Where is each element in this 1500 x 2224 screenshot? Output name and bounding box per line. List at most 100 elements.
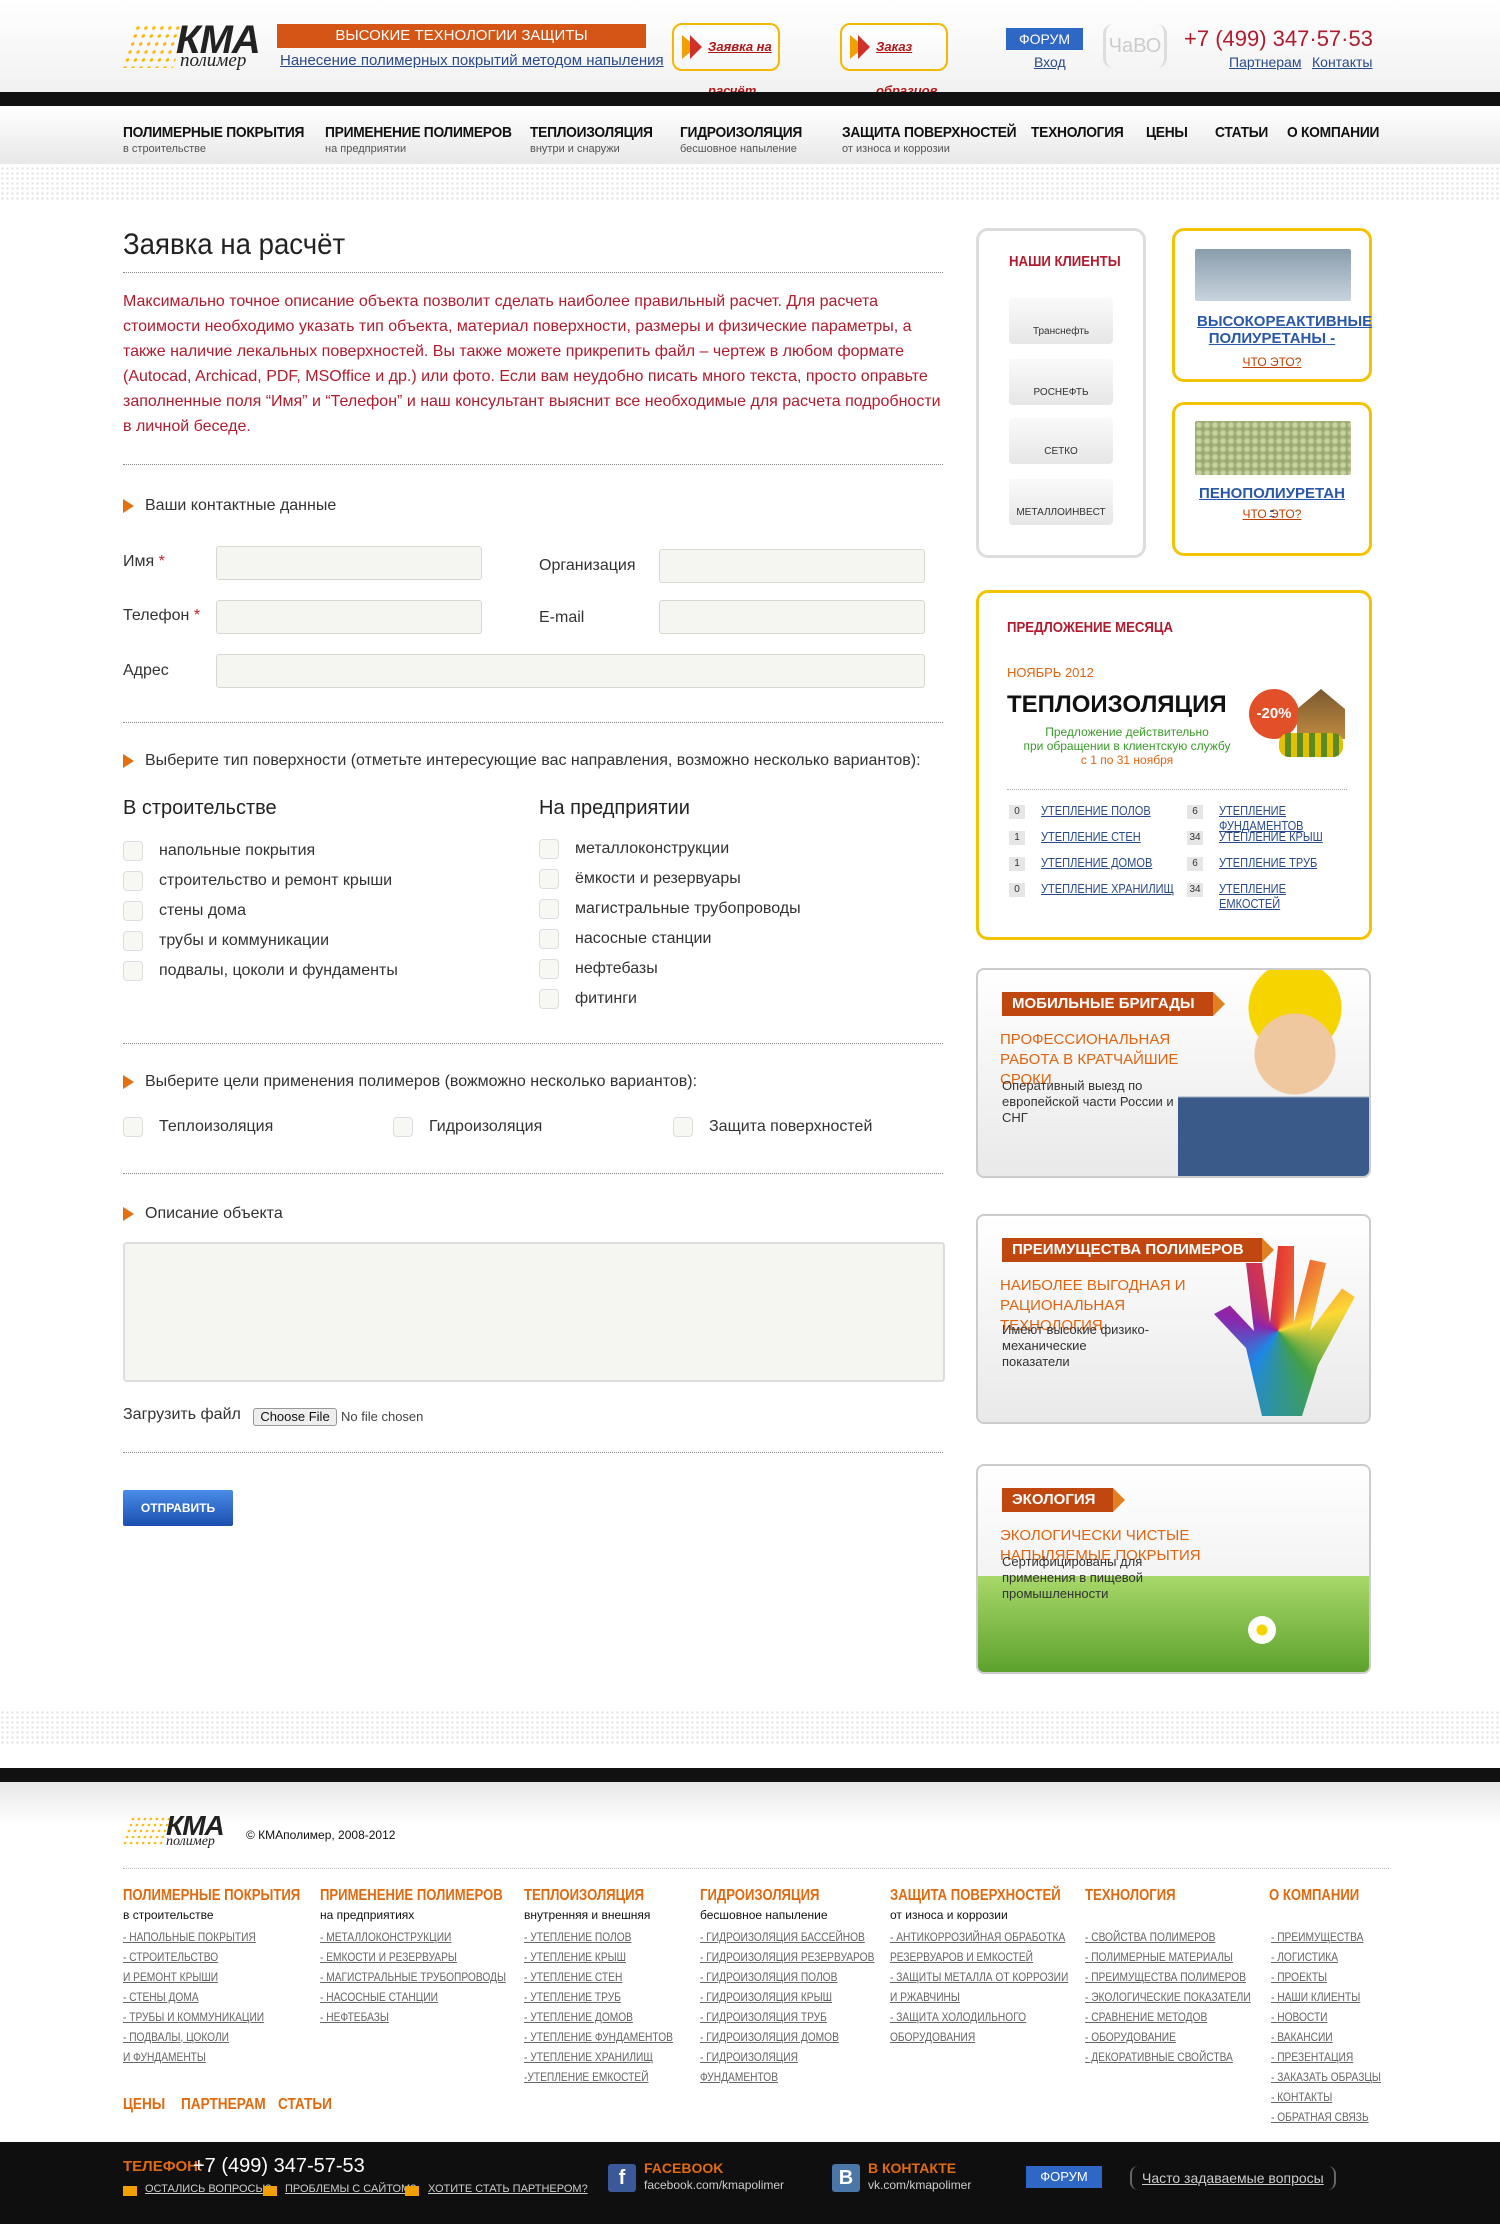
footer-link[interactable]: - ОБРАТНАЯ СВЯЗЬ <box>1271 2110 1369 2124</box>
footer-link[interactable]: - ЭКОЛОГИЧЕСКИЕ ПОКАЗАТЕЛИ <box>1085 1990 1251 2004</box>
phone-input[interactable] <box>216 600 482 634</box>
client-logo-rosneft[interactable]: РОСНЕФТЬ <box>1009 359 1113 405</box>
offer-link[interactable]: УТЕПЛЕНИЕ ПОЛОВ <box>1041 803 1151 818</box>
footer-link[interactable]: - ЗАКАЗАТЬ ОБРАЗЦЫ <box>1271 2070 1381 2084</box>
footer-link[interactable]: - ПРЕИМУЩЕСТВА <box>1271 1930 1363 1944</box>
nav-item-protection[interactable]: ЗАЩИТА ПОВЕРХНОСТЕЙ от износа и коррозии <box>842 124 1031 155</box>
footer-col-title[interactable]: ПРИМЕНЕНИЕ ПОЛИМЕРОВ <box>320 1887 503 1905</box>
footer-link[interactable]: - УТЕПЛЕНИЕ ТРУБ <box>524 1990 621 2004</box>
footer-faq-link[interactable]: Часто задаваемые вопросы <box>1130 2166 1336 2190</box>
checkbox-waterproof[interactable]: Гидроизоляция <box>393 1117 542 1139</box>
name-input[interactable] <box>216 546 482 580</box>
footer-link[interactable]: - ГИДРОИЗОЛЯЦИЯ ДОМОВ <box>700 2030 839 2044</box>
facebook-url[interactable]: facebook.com/kmapolimer <box>644 2178 784 2192</box>
footer-link[interactable]: - СТЕНЫ ДОМА <box>123 1990 199 2004</box>
nav-item-technology[interactable]: ТЕХНОЛОГИЯ <box>1031 124 1132 141</box>
footer-link[interactable]: - НАШИ КЛИЕНТЫ <box>1271 1990 1360 2004</box>
footer-link[interactable]: - СРАВНЕНИЕ МЕТОДОВ <box>1085 2010 1207 2024</box>
checkbox-floors[interactable]: напольные покрытия <box>123 841 315 863</box>
become-partner-link[interactable]: ХОТИТЕ СТАТЬ ПАРТНЕРОМ? <box>428 2183 588 2195</box>
footer-link[interactable]: - ПРЕИМУЩЕСТВА ПОЛИМЕРОВ <box>1085 1970 1246 1984</box>
footer-link[interactable]: - УТЕПЛЕНИЕ ХРАНИЛИЩ <box>524 2050 653 2064</box>
footer-link[interactable]: ФУНДАМЕНТОВ <box>700 2070 778 2084</box>
footer-link[interactable]: - ДЕКОРАТИВНЫЕ СВОЙСТВА <box>1085 2050 1233 2064</box>
client-logo-metalloinvest[interactable]: МЕТАЛЛОИНВЕСТ <box>1009 479 1113 525</box>
footer-col-title[interactable]: О КОМПАНИИ <box>1269 1887 1359 1905</box>
footer-link[interactable]: - НАПОЛЬНЫЕ ПОКРЫТИЯ <box>123 1930 256 1944</box>
checkbox-oil-depots[interactable]: нефтебазы <box>539 959 658 981</box>
footer-link[interactable]: - НЕФТЕБАЗЫ <box>320 2010 389 2024</box>
promo-ecology[interactable]: ЭКОЛОГИЯ ЭКОЛОГИЧЕСКИ ЧИСТЫЕ НАПЫЛЯЕМЫЕ … <box>976 1464 1371 1674</box>
footer-partners-link[interactable]: ПАРТНЕРАМ <box>181 2096 266 2114</box>
footer-link[interactable]: - КОНТАКТЫ <box>1271 2090 1332 2104</box>
checkbox-protection[interactable]: Защита поверхностей <box>673 1117 872 1139</box>
footer-link[interactable]: - ПРЕЗЕНТАЦИЯ <box>1271 2050 1353 2064</box>
footer-link[interactable]: РЕЗЕРВУАРОВ И ЕМКОСТЕЙ <box>890 1950 1033 1964</box>
org-input[interactable] <box>659 549 925 583</box>
vk-title[interactable]: В КОНТАКТЕ <box>868 2160 956 2176</box>
footer-prices-link[interactable]: ЦЕНЫ <box>123 2096 165 2114</box>
footer-link[interactable]: - ГИДРОИЗОЛЯЦИЯ КРЫШ <box>700 1990 832 2004</box>
footer-link[interactable]: - ПРОЕКТЫ <box>1271 1970 1327 1984</box>
footer-link[interactable]: - НОВОСТИ <box>1271 2010 1328 2024</box>
client-logo-setko[interactable]: СЕТКО <box>1009 418 1113 464</box>
footer-link[interactable]: - ГИДРОИЗОЛЯЦИЯ РЕЗЕРВУАРОВ <box>700 1950 874 1964</box>
footer-col-title[interactable]: ТЕХНОЛОГИЯ <box>1085 1887 1176 1905</box>
footer-link[interactable]: - ТРУБЫ И КОММУНИКАЦИИ <box>123 2010 264 2024</box>
footer-link[interactable]: - СТРОИТЕЛЬСТВО <box>123 1950 218 1964</box>
submit-button[interactable]: ОТПРАВИТЬ <box>123 1490 233 1526</box>
nav-item-articles[interactable]: СТАТЬИ <box>1215 124 1273 141</box>
nav-item-insulation[interactable]: ТЕПЛОИЗОЛЯЦИЯ внутри и снаружи <box>530 124 663 155</box>
what-is-it-link[interactable]: ЧТО ЭТО? <box>1197 507 1347 521</box>
forum-button[interactable]: ФОРУМ <box>1006 28 1083 50</box>
offer-link[interactable]: УТЕПЛЕНИЕ ДОМОВ <box>1041 855 1152 870</box>
footer-link[interactable]: - УТЕПЛЕНИЕ ФУНДАМЕНТОВ <box>524 2030 673 2044</box>
what-is-it-link[interactable]: ЧТО ЭТО? <box>1197 355 1347 369</box>
footer-link[interactable]: - ГИДРОИЗОЛЯЦИЯ <box>700 2050 798 2064</box>
promo-mobile-teams[interactable]: МОБИЛЬНЫЕ БРИГАДЫ ПРОФЕССИОНАЛЬНАЯ РАБОТ… <box>976 968 1371 1178</box>
footer-link[interactable]: - ГИДРОИЗОЛЯЦИЯ ПОЛОВ <box>700 1970 837 1984</box>
footer-link[interactable]: - УТЕПЛЕНИЕ СТЕН <box>524 1970 622 1984</box>
footer-link[interactable]: И ФУНДАМЕНТЫ <box>123 2050 206 2064</box>
offer-link[interactable]: УТЕПЛЕНИЕ СТЕН <box>1041 829 1141 844</box>
footer-forum-button[interactable]: ФОРУМ <box>1026 2166 1102 2188</box>
offer-link[interactable]: УТЕПЛЕНИЕ КРЫШ <box>1219 829 1323 844</box>
footer-link[interactable]: - УТЕПЛЕНИЕ ДОМОВ <box>524 2010 633 2024</box>
footer-link[interactable]: ОБОРУДОВАНИЯ <box>890 2030 975 2044</box>
facebook-icon[interactable]: f <box>608 2164 636 2192</box>
footer-link[interactable]: - УТЕПЛЕНИЕ ПОЛОВ <box>524 1930 631 1944</box>
offer-link[interactable]: УТЕПЛЕНИЕ ТРУБ <box>1219 855 1317 870</box>
request-calc-button[interactable]: Заявка на расчёт <box>672 23 780 98</box>
faq-button[interactable]: ЧаВО <box>1103 24 1167 68</box>
checkbox-pumps[interactable]: насосные станции <box>539 929 711 951</box>
checkbox-tanks[interactable]: ёмкости и резервуары <box>539 869 741 891</box>
footer-col-title[interactable]: ГИДРОИЗОЛЯЦИЯ <box>700 1887 819 1905</box>
checkbox-walls[interactable]: стены дома <box>123 901 246 923</box>
footer-col-title[interactable]: ПОЛИМЕРНЫЕ ПОКРЫТИЯ <box>123 1887 300 1905</box>
footer-link[interactable]: - МАГИСТРАЛЬНЫЕ ТРУБОПРОВОДЫ <box>320 1970 506 1984</box>
footer-articles-link[interactable]: СТАТЬИ <box>278 2096 332 2114</box>
footer-link[interactable]: И РЕМОНТ КРЫШИ <box>123 1970 218 1984</box>
footer-link[interactable]: - ЕМКОСТИ И РЕЗЕРВУАРЫ <box>320 1950 457 1964</box>
site-problems-link[interactable]: ПРОБЛЕМЫ С САЙТОМ? <box>285 2183 416 2195</box>
vk-url[interactable]: vk.com/kmapolimer <box>868 2178 971 2192</box>
order-samples-button[interactable]: Заказ образцов <box>840 23 948 98</box>
partners-link[interactable]: Партнерам <box>1229 54 1301 70</box>
checkbox-roofs[interactable]: строительство и ремонт крыши <box>123 871 392 893</box>
footer-link[interactable]: - ПОЛИМЕРНЫЕ МАТЕРИАЛЫ <box>1085 1950 1233 1964</box>
checkbox-fittings[interactable]: фитинги <box>539 989 637 1011</box>
footer-link[interactable]: - СВОЙСТВА ПОЛИМЕРОВ <box>1085 1930 1215 1944</box>
footer-col-title[interactable]: ЗАЩИТА ПОВЕРХНОСТЕЙ <box>890 1887 1061 1905</box>
nav-item-about[interactable]: О КОМПАНИИ <box>1287 124 1387 141</box>
checkbox-metal[interactable]: металлоконструкции <box>539 839 729 861</box>
footer-link[interactable]: - ОБОРУДОВАНИЕ <box>1085 2030 1176 2044</box>
questions-link[interactable]: ОСТАЛИСЬ ВОПРОСЫ? <box>145 2183 271 2195</box>
footer-link[interactable]: -УТЕПЛЕНИЕ ЕМКОСТЕЙ <box>524 2070 649 2084</box>
email-input[interactable] <box>659 600 925 634</box>
footer-link[interactable]: - ЗАЩИТА ХОЛОДИЛЬНОГО <box>890 2010 1026 2024</box>
checkbox-thermal[interactable]: Теплоизоляция <box>123 1117 273 1139</box>
contacts-link[interactable]: Контакты <box>1312 54 1372 70</box>
promo-polymer-benefits[interactable]: ПРЕИМУЩЕСТВА ПОЛИМЕРОВ НАИБОЛЕЕ ВЫГОДНАЯ… <box>976 1214 1371 1424</box>
footer-link[interactable]: И РЖАВЧИНЫ <box>890 1990 960 2004</box>
checkbox-pipelines[interactable]: магистральные трубопроводы <box>539 899 801 921</box>
